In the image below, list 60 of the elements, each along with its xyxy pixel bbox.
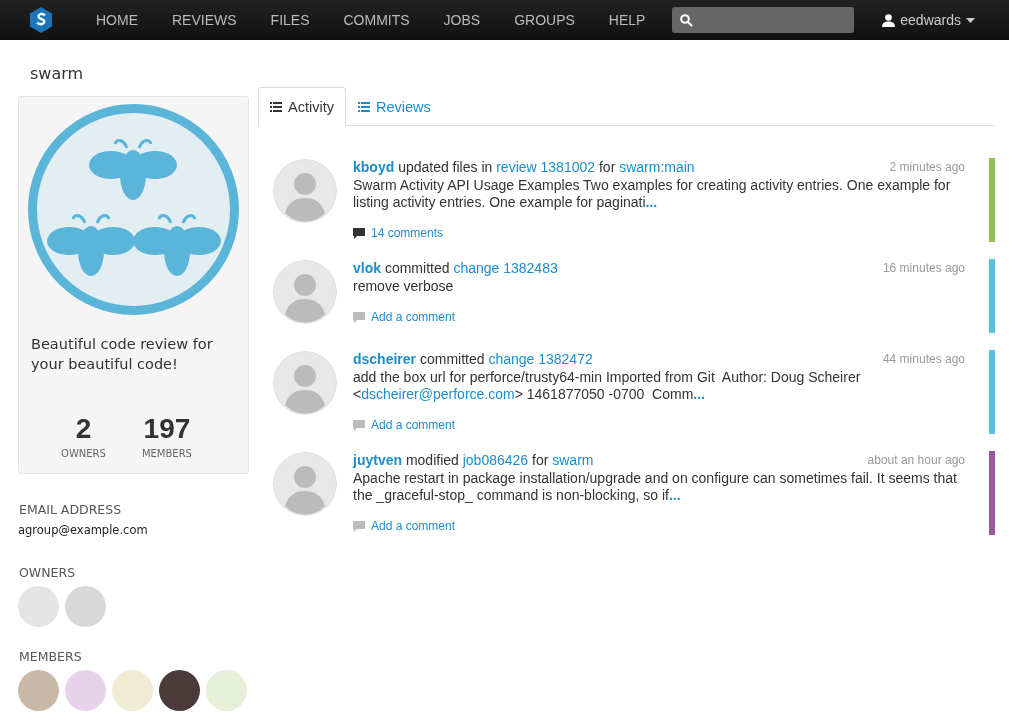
- activity-description: add the box url for perforce/trusty64-min Imported from Git Author: Doug Scheirer <dscheirer@perforce.com> 1461877050 -0700 Comm...: [353, 369, 862, 403]
- activity-text: for: [598, 159, 616, 175]
- stat-count: 197: [143, 414, 191, 444]
- stat-label: OWNERS: [61, 448, 106, 459]
- link[interactable]: swarm:main: [619, 159, 695, 175]
- stat-count: 2: [75, 414, 92, 444]
- activity-text: committed: [384, 260, 450, 276]
- timestamp: 16 minutes ago: [882, 260, 965, 277]
- section-heading: MEMBERS: [19, 649, 83, 664]
- group-name: swarm: [30, 64, 85, 85]
- activity-text: for: [532, 452, 549, 468]
- nav-link[interactable]: JOBS: [426, 0, 498, 40]
- person-icon: [882, 13, 896, 27]
- link[interactable]: swarm: [552, 452, 594, 468]
- nav-link[interactable]: COMMITS: [326, 0, 427, 40]
- tab[interactable]: Reviews: [345, 87, 443, 126]
- link[interactable]: job086426: [462, 452, 529, 468]
- list-icon: [270, 101, 282, 112]
- nav-link[interactable]: FILES: [253, 0, 327, 40]
- timestamp: 2 minutes ago: [889, 159, 965, 176]
- group-description: Beautiful code review for your beautiful code!: [31, 335, 214, 374]
- link[interactable]: change 1382472: [488, 351, 593, 367]
- avatar[interactable]: [159, 670, 200, 711]
- email-address: agroup@example.com: [18, 523, 149, 537]
- tab[interactable]: Activity: [258, 87, 346, 126]
- logo-icon[interactable]: [30, 7, 52, 33]
- section-heading: OWNERS: [19, 565, 77, 580]
- activity-description: Apache restart in package installation/upgrade and on configure can sometimes fail. It seems that the _graceful-stop_ command is non-blocking, so if...: [353, 470, 958, 504]
- activity-description: Swarm Activity API Usage Examples Two examples for creating activity entries. One example for listing activity entries. One example for paginati...: [353, 177, 952, 211]
- user-link[interactable]: vlok: [353, 260, 381, 276]
- stat-label: MEMBERS: [141, 448, 192, 459]
- comment-link[interactable]: 14 comments: [371, 225, 444, 242]
- comment-link[interactable]: Add a comment: [371, 309, 456, 326]
- more-link[interactable]: ...: [645, 194, 658, 210]
- more-link[interactable]: ...: [693, 386, 705, 402]
- list-icon: [357, 101, 370, 112]
- activity-text: modified: [405, 452, 459, 468]
- timestamp: about an hour ago: [867, 452, 965, 469]
- user-link[interactable]: juytven: [353, 452, 402, 468]
- caret-icon: [966, 17, 975, 23]
- nav-link[interactable]: REVIEWS: [155, 0, 254, 40]
- activity-text: committed: [419, 351, 485, 367]
- nav-link[interactable]: HOME: [79, 0, 155, 40]
- comment-link[interactable]: Add a comment: [371, 518, 456, 535]
- nav-link[interactable]: HELP: [591, 0, 663, 40]
- section-heading: EMAIL ADDRESS: [19, 502, 123, 517]
- search-icon: [680, 13, 694, 27]
- user-link[interactable]: dscheirer: [353, 351, 417, 367]
- link[interactable]: review 1381002: [496, 159, 596, 175]
- timestamp: 44 minutes ago: [882, 351, 965, 368]
- link[interactable]: change 1382483: [453, 260, 558, 276]
- activity-text: updated files in: [398, 159, 493, 175]
- search-field[interactable]: [672, 7, 855, 33]
- link[interactable]: dscheirer@perforce.com: [361, 386, 515, 402]
- comment-link[interactable]: Add a comment: [371, 417, 456, 434]
- nav-link[interactable]: GROUPS: [497, 0, 592, 40]
- user-menu[interactable]: eedwards: [882, 12, 975, 28]
- more-link[interactable]: ...: [668, 487, 681, 503]
- user-link[interactable]: kboyd: [353, 159, 395, 175]
- activity-description: remove verbose: [353, 278, 455, 295]
